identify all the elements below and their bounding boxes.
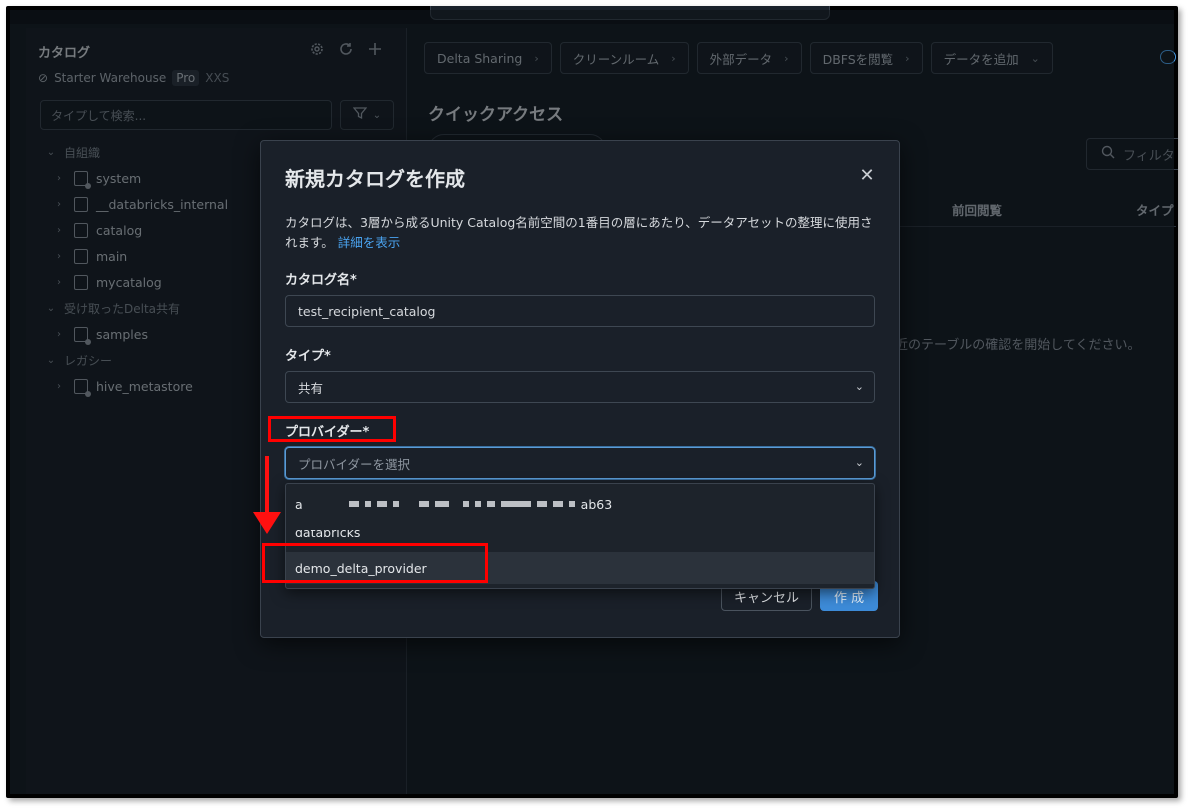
- chevron-down-icon: ⌄: [854, 456, 864, 469]
- provider-option-databricks[interactable]: databricks: [295, 530, 360, 538]
- option-suffix: ab63: [580, 496, 613, 512]
- catalog-name-input[interactable]: test_recipient_catalog: [285, 295, 875, 327]
- catalog-name-label: カタログ名*: [285, 273, 357, 288]
- type-select[interactable]: 共有 ⌄: [285, 371, 875, 403]
- type-label: タイプ*: [285, 349, 331, 364]
- provider-select[interactable]: プロバイダーを選択 ⌄: [285, 447, 875, 479]
- dialog-title: 新規カタログを作成: [285, 167, 465, 191]
- annotation-option-box: [262, 543, 488, 583]
- catalog-name-value: test_recipient_catalog: [298, 303, 436, 319]
- databricks-app: カタログ ⊘ Starter Warehouse Pro XXS タイプして検索…: [10, 6, 1178, 794]
- option-prefix: a: [295, 496, 303, 512]
- provider-option-redacted[interactable]: a ab63: [286, 488, 874, 520]
- type-value: 共有: [298, 380, 324, 396]
- redacted-text: [348, 501, 575, 507]
- close-icon[interactable]: ✕: [855, 163, 879, 187]
- screenshot-frame: カタログ ⊘ Starter Warehouse Pro XXS タイプして検索…: [6, 6, 1178, 798]
- annotation-arrow-head: [253, 512, 281, 534]
- provider-placeholder: プロバイダーを選択: [298, 456, 411, 472]
- annotation-provider-label-box: [268, 416, 396, 442]
- dialog-description: カタログは、3層から成るUnity Catalog名前空間の1番目の層にあたり、…: [285, 213, 881, 253]
- annotation-arrow: [265, 456, 269, 516]
- learn-more-link[interactable]: 詳細を表示: [338, 235, 401, 250]
- chevron-down-icon: ⌄: [854, 380, 864, 393]
